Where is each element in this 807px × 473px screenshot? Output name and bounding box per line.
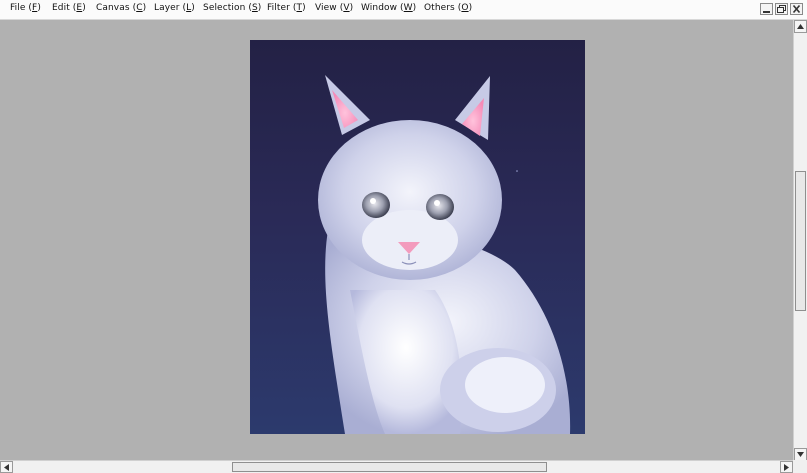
drawing-canvas[interactable] — [250, 40, 585, 434]
vertical-scrollbar[interactable] — [793, 20, 807, 461]
close-button[interactable] — [790, 3, 803, 15]
restore-icon — [776, 4, 787, 14]
menu-others-end: ) — [468, 3, 473, 13]
menu-window[interactable]: Window (W) — [361, 3, 416, 13]
scroll-left-button[interactable] — [0, 461, 13, 473]
menu-window-key: W — [403, 3, 413, 13]
arrow-right-icon — [784, 463, 789, 471]
menu-layer[interactable]: Layer (L) — [154, 3, 195, 13]
menu-layer-label: Layer ( — [154, 3, 187, 13]
menu-others-label: Others ( — [424, 3, 462, 13]
menu-filter[interactable]: Filter (T) — [267, 3, 306, 13]
menu-edit-end: ) — [82, 3, 86, 13]
minimize-button[interactable] — [760, 3, 773, 15]
menu-edit-label: Edit ( — [52, 3, 77, 13]
menu-view-label: View ( — [315, 3, 344, 13]
arrow-left-icon — [4, 463, 9, 471]
scroll-right-button[interactable] — [780, 461, 793, 473]
menu-bar: File (F) Edit (E) Canvas (C) Layer (L) S… — [0, 0, 807, 20]
menu-selection-label: Selection ( — [203, 3, 252, 13]
horizontal-scrollbar[interactable] — [0, 460, 793, 473]
menu-view-end: ) — [349, 3, 354, 13]
scroll-up-button[interactable] — [794, 20, 807, 33]
restore-button[interactable] — [775, 3, 788, 15]
menu-file-label: File ( — [10, 3, 33, 13]
menu-file[interactable]: File (F) — [10, 3, 41, 13]
cat-painting — [250, 40, 585, 434]
menu-layer-end: ) — [191, 3, 195, 13]
menu-filter-end: ) — [302, 3, 306, 13]
close-icon — [791, 4, 802, 14]
canvas-workspace[interactable] — [0, 20, 793, 460]
menu-canvas-end: ) — [142, 3, 147, 13]
menu-selection-end: ) — [257, 3, 262, 13]
arrow-up-icon — [797, 24, 804, 29]
menu-selection[interactable]: Selection (S) — [203, 3, 261, 13]
menu-edit[interactable]: Edit (E) — [52, 3, 86, 13]
arrow-down-icon — [797, 452, 804, 457]
horizontal-scroll-thumb[interactable] — [232, 462, 547, 472]
menu-filter-label: Filter ( — [267, 3, 297, 13]
menu-others-key: O — [461, 3, 469, 13]
menu-window-label: Window ( — [361, 3, 404, 13]
menu-canvas[interactable]: Canvas (C) — [96, 3, 146, 13]
menu-others[interactable]: Others (O) — [424, 3, 472, 13]
scrollbar-corner — [793, 460, 807, 473]
menu-window-end: ) — [412, 3, 417, 13]
menu-canvas-label: Canvas ( — [96, 3, 137, 13]
minimize-icon — [761, 4, 772, 14]
menu-file-end: ) — [37, 3, 41, 13]
vertical-scroll-thumb[interactable] — [795, 171, 806, 311]
menu-view[interactable]: View (V) — [315, 3, 353, 13]
